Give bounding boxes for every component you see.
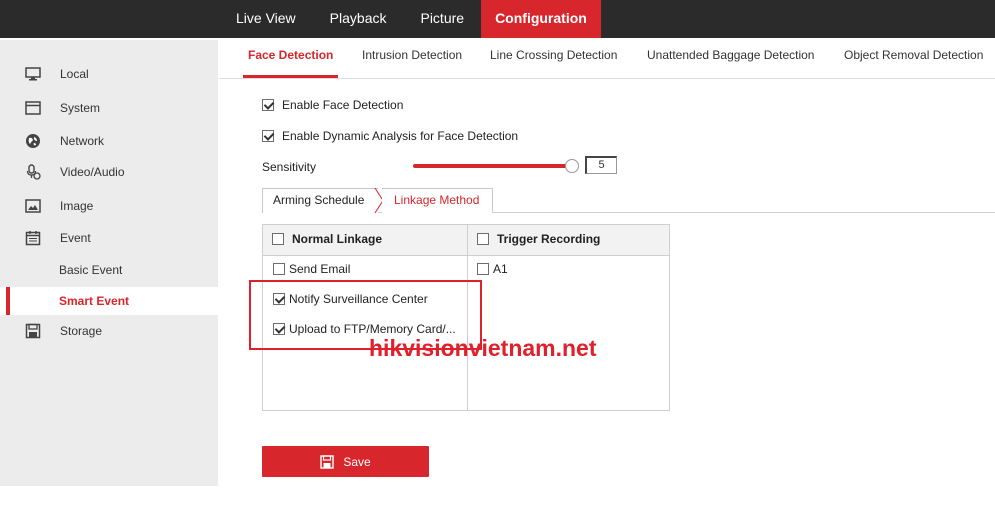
sidebar-item-image[interactable]: Image [0,192,218,220]
trigger-recording-select-all-checkbox[interactable] [477,233,489,245]
calendar-icon [25,230,41,246]
microphone-icon [25,164,41,180]
save-icon [320,454,335,469]
linkage-row-notify-surveillance-center: Notify Surveillance Center [273,292,428,306]
enable-dynamic-analysis-checkbox[interactable] [262,130,274,142]
nav-live-view[interactable]: Live View [219,0,313,38]
trigger-recording-header-label: Trigger Recording [497,232,601,246]
sidebar-item-smart-event[interactable]: Smart Event [0,287,218,315]
sidebar-item-event[interactable]: Event [0,224,218,252]
enable-dynamic-analysis-label: Enable Dynamic Analysis for Face Detecti… [282,129,519,143]
sidebar-item-label: Local [60,67,89,81]
sidebar-item-local[interactable]: Local [0,60,218,88]
nav-configuration[interactable]: Configuration [481,0,601,38]
send-email-label: Send Email [289,262,351,276]
subtab-linkage-method[interactable]: Linkage Method [382,188,493,213]
normal-linkage-select-all-checkbox[interactable] [272,233,284,245]
tab-face-detection[interactable]: Face Detection [242,48,339,78]
upload-ftp-label: Upload to FTP/Memory Card/... [289,322,456,336]
tab-object-removal-detection[interactable]: Object Removal Detection [844,48,983,78]
sidebar-item-label: Basic Event [59,263,123,277]
sidebar-item-label: Image [60,199,94,213]
subtab-arming-schedule[interactable]: Arming Schedule [262,188,378,213]
sidebar-item-label: Smart Event [59,294,130,308]
sidebar-item-video-audio[interactable]: Video/Audio [0,158,218,186]
sidebar-item-label: Video/Audio [60,165,125,179]
nav-playback[interactable]: Playback [313,0,404,38]
sensitivity-slider-track[interactable] [413,164,569,168]
sensitivity-slider-handle[interactable] [565,159,579,173]
linkage-row-a1: A1 [477,262,508,276]
sensitivity-label: Sensitivity [262,160,317,174]
sidebar: Local System Network Video/Audio Image E… [0,40,218,486]
globe-icon [25,133,41,149]
linkage-table: Normal Linkage Trigger Recording Send Em… [262,224,670,411]
sidebar-item-basic-event[interactable]: Basic Event [0,256,218,284]
notify-surveillance-center-checkbox[interactable] [273,293,285,305]
sidebar-item-system[interactable]: System [0,94,218,122]
nav-picture[interactable]: Picture [403,0,481,38]
save-button[interactable]: Save [262,446,429,477]
enable-face-detection-label: Enable Face Detection [282,98,404,112]
linkage-column-divider [467,225,468,410]
image-icon [25,198,41,214]
sidebar-item-storage[interactable]: Storage [0,317,218,345]
sidebar-item-label: System [60,101,101,115]
tab-unattended-baggage-detection[interactable]: Unattended Baggage Detection [647,48,814,78]
watermark-text: hikvisionvietnam.net [369,335,597,361]
linkage-row-upload-ftp: Upload to FTP/Memory Card/... [273,322,456,336]
sidebar-item-label: Network [60,134,105,148]
sidebar-item-label: Event [60,231,91,245]
window-icon [25,100,41,116]
linkage-row-send-email: Send Email [273,262,350,276]
notify-surveillance-center-label: Notify Surveillance Center [289,292,428,306]
disk-icon [25,323,41,339]
tab-intrusion-detection[interactable]: Intrusion Detection [362,48,462,78]
sensitivity-value-input[interactable]: 5 [585,156,617,174]
send-email-checkbox[interactable] [273,263,285,275]
a1-label: A1 [493,262,508,276]
sidebar-item-network[interactable]: Network [0,127,218,155]
trigger-recording-header: Trigger Recording [477,232,600,246]
a1-checkbox[interactable] [477,263,489,275]
enable-face-detection-checkbox[interactable] [262,99,274,111]
sidebar-item-label: Storage [60,324,103,338]
linkage-table-header: Normal Linkage Trigger Recording [263,225,669,256]
normal-linkage-header-label: Normal Linkage [292,232,383,246]
normal-linkage-header: Normal Linkage [272,232,382,246]
tabs-divider [219,78,995,79]
top-bar: Live View Playback Picture Configuration [0,0,995,38]
enable-face-detection-row: Enable Face Detection [262,98,403,112]
upload-ftp-checkbox[interactable] [273,323,285,335]
save-button-label: Save [343,454,371,469]
top-nav: Live View Playback Picture Configuration [219,0,601,38]
tab-line-crossing-detection[interactable]: Line Crossing Detection [490,48,617,78]
enable-dynamic-analysis-row: Enable Dynamic Analysis for Face Detecti… [262,129,518,143]
monitor-icon [25,66,41,82]
